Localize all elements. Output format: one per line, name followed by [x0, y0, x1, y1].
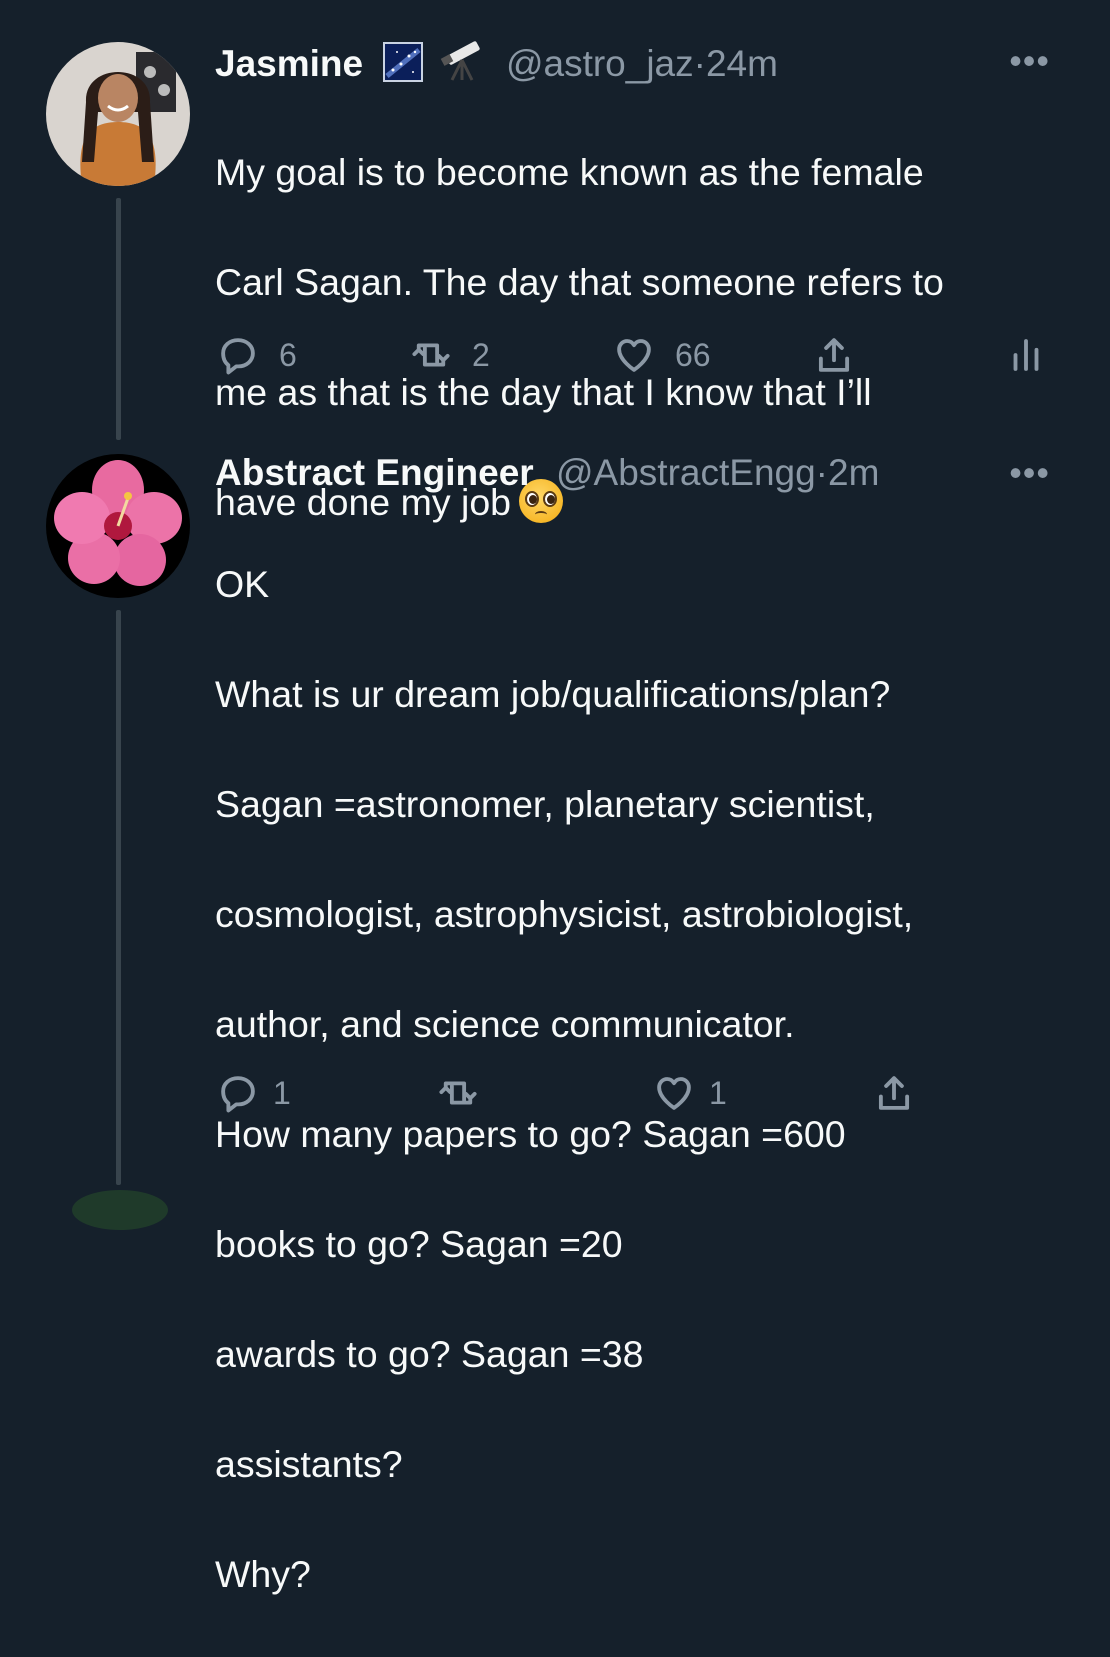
thread-line	[116, 198, 121, 440]
timestamp[interactable]: 24m	[706, 43, 778, 84]
heart-icon	[657, 1077, 691, 1110]
action-bar: 6 2 66	[215, 334, 1050, 384]
reply-count: 1	[273, 1074, 291, 1111]
like-button[interactable]: 66	[613, 334, 711, 376]
share-icon	[878, 1076, 910, 1110]
avatar-abstract-engineer[interactable]	[46, 454, 190, 598]
thread-line	[116, 610, 121, 1185]
telescope-emoji-icon	[440, 38, 488, 93]
display-name[interactable]: Abstract Engineer	[215, 452, 534, 493]
tweet-line: Carl Sagan. The day that someone refers …	[215, 261, 944, 303]
separator-dot: ·	[815, 452, 828, 493]
tweet-line: Why?	[215, 1553, 311, 1595]
tweet-line: assistants?	[215, 1443, 403, 1485]
action-bar: 1 1	[215, 1072, 1050, 1122]
tweet-line: OK	[215, 563, 270, 605]
heart-icon	[617, 339, 651, 372]
share-button[interactable]	[813, 334, 855, 376]
tweet-header: Jasmine @astro_jaz·24m •••	[215, 38, 1050, 84]
tweet-jasmine[interactable]: Jasmine @astro_jaz·24m ••• My goal is to…	[0, 0, 1110, 523]
reply-icon	[221, 1076, 255, 1113]
analytics-icon	[1013, 339, 1039, 371]
tweet-line: My goal is to become known as the female	[215, 151, 924, 193]
reply-button[interactable]: 6	[217, 334, 297, 376]
timestamp[interactable]: 2m	[828, 452, 879, 493]
reply-button[interactable]: 1	[217, 1072, 291, 1114]
retweet-count: 2	[472, 336, 490, 373]
handle[interactable]: @AbstractEngg	[556, 452, 816, 493]
tweet-header: Abstract Engineer @AbstractEngg·2m •••	[215, 450, 1050, 496]
like-count: 1	[709, 1074, 727, 1111]
like-count: 66	[675, 336, 711, 373]
more-options-icon[interactable]: •••	[1009, 38, 1050, 84]
like-button[interactable]: 1	[653, 1072, 727, 1114]
tweet-line: What is ur dream job/qualifications/plan…	[215, 673, 891, 715]
next-avatar-partial[interactable]	[72, 1190, 168, 1230]
tweet-line: awards to go? Sagan =38	[215, 1333, 644, 1375]
milky-way-emoji-icon	[383, 42, 424, 93]
retweet-icon	[439, 1081, 477, 1105]
share-icon	[818, 338, 850, 372]
tweet-abstract-engineer[interactable]: Abstract Engineer @AbstractEngg·2m ••• O…	[0, 440, 1110, 1595]
retweet-icon	[412, 343, 450, 367]
analytics-button[interactable]	[1005, 334, 1047, 376]
retweet-button[interactable]: 2	[410, 334, 490, 376]
retweet-button[interactable]	[437, 1072, 479, 1114]
tweet-line: author, and science communicator.	[215, 1003, 795, 1045]
avatar-jasmine-image	[46, 42, 190, 186]
tweet-line: books to go? Sagan =20	[215, 1223, 623, 1265]
share-button[interactable]	[873, 1072, 915, 1114]
more-options-icon[interactable]: •••	[1009, 450, 1050, 496]
handle[interactable]: @astro_jaz	[506, 43, 694, 84]
avatar-jasmine[interactable]	[46, 42, 190, 186]
tweet-line: cosmologist, astrophysicist, astrobiolog…	[215, 893, 914, 935]
tweet-line: Sagan =astronomer, planetary scientist,	[215, 783, 875, 825]
display-name[interactable]: Jasmine	[215, 43, 363, 84]
reply-icon	[221, 338, 255, 375]
separator-dot: ·	[693, 43, 706, 84]
hibiscus-flower-image	[46, 454, 190, 598]
reply-count: 6	[279, 336, 297, 373]
